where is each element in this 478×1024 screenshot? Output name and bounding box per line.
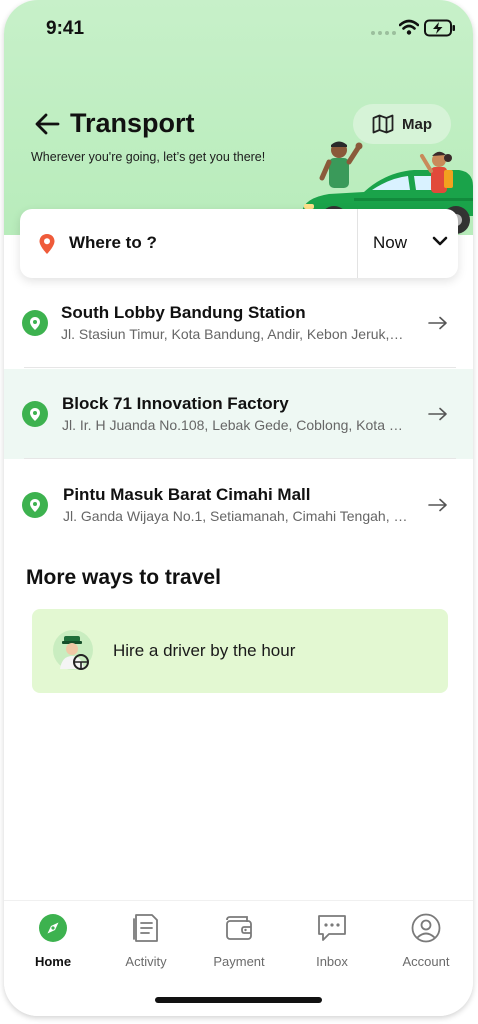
tab-inbox-label: Inbox bbox=[316, 954, 348, 969]
phone-screen: 9:41 Transport Wherever you're going, le… bbox=[4, 0, 473, 1016]
signal-dots-icon bbox=[371, 31, 396, 35]
chevron-down-icon[interactable] bbox=[432, 235, 448, 247]
tab-inbox[interactable]: Inbox bbox=[287, 911, 377, 969]
receipt-icon bbox=[133, 914, 158, 942]
tab-account[interactable]: Account bbox=[381, 911, 471, 969]
list-divider bbox=[24, 458, 456, 459]
tab-payment[interactable]: Payment bbox=[194, 911, 284, 969]
arrow-right-icon bbox=[428, 498, 447, 512]
recent-place-item[interactable]: Block 71 Innovation Factory Jl. Ir. H Ju… bbox=[4, 369, 473, 459]
time-selector[interactable]: Now bbox=[373, 233, 407, 253]
user-icon bbox=[411, 913, 441, 943]
where-to-input[interactable]: Where to ? bbox=[69, 233, 157, 253]
location-pin-icon bbox=[22, 401, 48, 427]
place-address: Jl. Stasiun Timur, Kota Bandung, Andir, … bbox=[61, 326, 406, 342]
chat-icon bbox=[318, 915, 346, 941]
list-divider bbox=[24, 367, 456, 368]
location-pin-icon bbox=[22, 310, 48, 336]
tab-account-label: Account bbox=[402, 954, 450, 969]
status-bar: 9:41 bbox=[4, 0, 473, 56]
place-name: Pintu Masuk Barat Cimahi Mall bbox=[63, 485, 311, 504]
battery-charging-icon bbox=[424, 19, 455, 37]
more-ways-heading: More ways to travel bbox=[26, 566, 221, 589]
page-subtitle: Wherever you're going, let’s get you the… bbox=[31, 150, 266, 164]
destination-search-bar[interactable]: Where to ? Now bbox=[20, 209, 458, 278]
transport-header-banner: 9:41 Transport Wherever you're going, le… bbox=[4, 0, 473, 235]
compass-icon bbox=[39, 914, 67, 942]
location-pin-icon bbox=[39, 234, 55, 254]
hire-driver-card[interactable]: Hire a driver by the hour bbox=[32, 609, 448, 693]
back-arrow-icon[interactable] bbox=[34, 112, 60, 136]
place-address: Jl. Ir. H Juanda No.108, Lebak Gede, Cob… bbox=[62, 417, 407, 433]
driver-icon bbox=[53, 630, 93, 670]
search-divider bbox=[357, 209, 358, 278]
place-name: South Lobby Bandung Station bbox=[61, 303, 306, 322]
home-indicator[interactable] bbox=[155, 997, 322, 1003]
arrow-right-icon bbox=[428, 316, 447, 330]
tab-activity[interactable]: Activity bbox=[101, 911, 191, 969]
tab-activity-label: Activity bbox=[125, 954, 167, 969]
map-button-label: Map bbox=[402, 115, 432, 133]
page-title: Transport bbox=[70, 108, 195, 138]
tab-payment-label: Payment bbox=[213, 954, 265, 969]
status-time: 9:41 bbox=[46, 18, 85, 39]
recent-place-item[interactable]: Pintu Masuk Barat Cimahi Mall Jl. Ganda … bbox=[4, 460, 473, 550]
map-icon bbox=[372, 114, 394, 134]
wifi-icon bbox=[399, 19, 419, 35]
hire-driver-label: Hire a driver by the hour bbox=[113, 641, 296, 660]
tab-home[interactable]: Home bbox=[8, 911, 98, 969]
wallet-icon bbox=[226, 916, 252, 940]
place-name: Block 71 Innovation Factory bbox=[62, 394, 289, 413]
place-address: Jl. Ganda Wijaya No.1, Setiamanah, Cimah… bbox=[63, 508, 408, 524]
tab-home-label: Home bbox=[34, 954, 72, 969]
location-pin-icon bbox=[22, 492, 48, 518]
arrow-right-icon bbox=[428, 407, 447, 421]
recent-place-item[interactable]: South Lobby Bandung Station Jl. Stasiun … bbox=[4, 278, 473, 368]
